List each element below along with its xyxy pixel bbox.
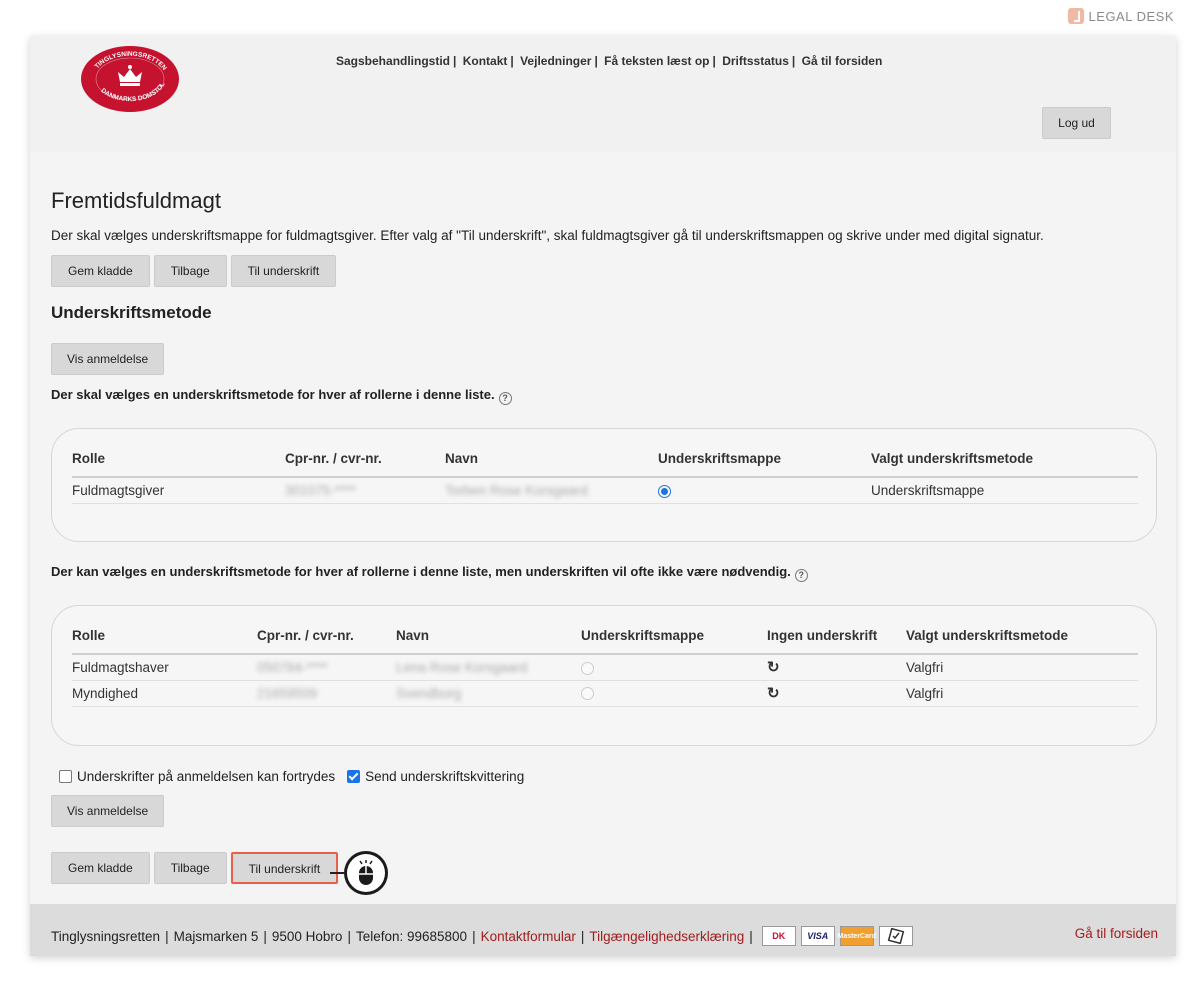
col-valgt-metode: Valgt underskriftsmetode [871,451,1138,478]
back-button[interactable]: Tilbage [153,852,227,884]
optional-roles-label: Der kan vælges en underskriftsmetode for… [51,564,808,582]
nav-laes-op[interactable]: Få teksten læst op [604,54,709,68]
nav-vejledninger[interactable]: Vejledninger [520,54,591,68]
col-rolle: Rolle [72,451,285,478]
table-row: Fuldmagtsgiver 301075-**** Torben Rose K… [72,477,1138,504]
main-content: Fremtidsfuldmagt Der skal vælges undersk… [30,152,1176,904]
preview-button[interactable]: Vis anmeldelse [51,343,165,375]
col-cpr: Cpr-nr. / cvr-nr. [285,451,445,478]
optional-roles-panel: Rolle Cpr-nr. / cvr-nr. Navn Underskrift… [51,605,1157,746]
col-ingen-underskrift: Ingen underskrift [767,628,906,655]
optional-roles-table: Rolle Cpr-nr. / cvr-nr. Navn Underskrift… [72,628,1138,707]
required-roles-table: Rolle Cpr-nr. / cvr-nr. Navn Underskrift… [72,451,1138,504]
secure-payment-icon [878,926,913,946]
col-underskriftsmappe: Underskriftsmappe [581,628,767,655]
required-roles-panel: Rolle Cpr-nr. / cvr-nr. Navn Underskrift… [51,428,1157,542]
help-icon[interactable]: ? [498,392,512,405]
refresh-icon[interactable]: ↻ [767,685,780,702]
legal-desk-brand: LEGAL DESK [1067,8,1174,24]
footer-org: Tinglysningsretten [51,928,161,944]
method-cell: Valgfri [906,680,1138,707]
required-roles-label: Der skal vælges en underskriftsmetode fo… [51,387,512,405]
refresh-icon[interactable]: ↻ [767,659,780,676]
col-valgt-metode: Valgt underskriftsmetode [906,628,1138,655]
role-cell: Fuldmagtsgiver [72,477,285,504]
browser-window: TINGLYSNINGSRETTEN DANMARKS DOMSTOLE Sag… [30,36,1176,956]
nav-forside[interactable]: Gå til forsiden [802,54,883,68]
intro-text: Der skal vælges underskriftsmappe for fu… [51,228,1044,243]
legal-desk-name: LEGAL DESK [1088,8,1174,24]
nav-kontakt[interactable]: Kontakt [463,54,508,68]
click-indicator [330,851,388,895]
back-button[interactable]: Tilbage [153,255,227,287]
nav-sagsbehandlingstid[interactable]: Sagsbehandlingstid [336,54,450,68]
to-signature-button[interactable]: Til underskrift [230,255,337,287]
accessibility-link[interactable]: Tilgængelighedserklæring [589,929,744,944]
revocable-label: Underskrifter på anmeldelsen kan fortryd… [77,769,336,784]
domstole-logo[interactable]: TINGLYSNINGSRETTEN DANMARKS DOMSTOLE [80,45,180,113]
cvr-cell: 21659509 [257,680,396,707]
name-cell: Lena Rose Korsgaard [396,654,581,681]
footer-city: 9500 Hobro [271,928,343,944]
page-title: Fremtidsfuldmagt [51,188,221,213]
col-rolle: Rolle [72,628,257,655]
save-draft-button[interactable]: Gem kladde [51,852,150,884]
receipt-checkbox[interactable] [347,770,361,783]
action-bar-bottom: Gem kladde Tilbage Til underskrift [51,852,339,884]
site-footer: Tinglysningsretten | Majsmarken 5 | 9500 H… [30,904,1176,956]
mastercard-icon: MasterCard [837,926,876,946]
mouse-click-icon [359,860,373,885]
col-navn: Navn [396,628,581,655]
col-underskriftsmappe: Underskriftsmappe [658,451,871,478]
signature-options: Underskrifter på anmeldelsen kan fortryd… [59,769,524,784]
preview-button-bottom[interactable]: Vis anmeldelse [51,795,165,827]
method-cell: Underskriftsmappe [871,477,1138,504]
save-draft-button[interactable]: Gem kladde [51,255,150,287]
footer-home-link[interactable]: Gå til forsiden [1075,926,1158,941]
site-header: TINGLYSNINGSRETTEN DANMARKS DOMSTOLE Sag… [30,36,1176,152]
receipt-label: Send underskriftskvittering [365,769,525,784]
col-cpr: Cpr-nr. / cvr-nr. [257,628,396,655]
cpr-cell: 301075-**** [285,477,445,504]
table-row: Fuldmagtshaver 050784-**** Lena Rose Kor… [72,654,1138,681]
payment-cards: DK VISA MasterCard [761,926,913,946]
footer-address: Majsmarken 5 [173,928,259,944]
role-cell: Myndighed [72,680,257,707]
name-cell: Svendborg [396,680,581,707]
to-signature-button-highlighted[interactable]: Til underskrift [230,852,339,884]
underskriftsmappe-radio[interactable] [581,661,594,675]
cpr-cell: 050784-**** [257,654,396,681]
nav-driftsstatus[interactable]: Driftsstatus [722,54,789,68]
section-title: Underskriftsmetode [51,303,212,322]
method-cell: Valgfri [906,654,1138,681]
revocable-checkbox[interactable] [59,770,72,783]
name-cell: Torben Rose Korsgaard [445,477,658,504]
contact-form-link[interactable]: Kontaktformular [481,929,576,944]
role-cell: Fuldmagtshaver [72,654,257,681]
col-navn: Navn [445,451,658,478]
dankort-icon: DK [761,926,796,946]
underskriftsmappe-radio[interactable] [581,687,594,701]
action-bar-top: Gem kladde Tilbage Til underskrift [51,255,337,287]
footer-phone: Telefon: 99685800 [355,928,468,944]
legal-desk-logo-icon [1067,8,1084,24]
top-navigation: Sagsbehandlingstid | Kontakt | Vejledninge… [336,54,883,68]
help-icon[interactable]: ? [794,569,808,582]
logout-button[interactable]: Log ud [1042,107,1111,139]
table-row: Myndighed 21659509 Svendborg ↻ Valgfri [72,680,1138,707]
visa-icon: VISA [800,926,835,946]
underskriftsmappe-radio[interactable] [658,484,671,498]
